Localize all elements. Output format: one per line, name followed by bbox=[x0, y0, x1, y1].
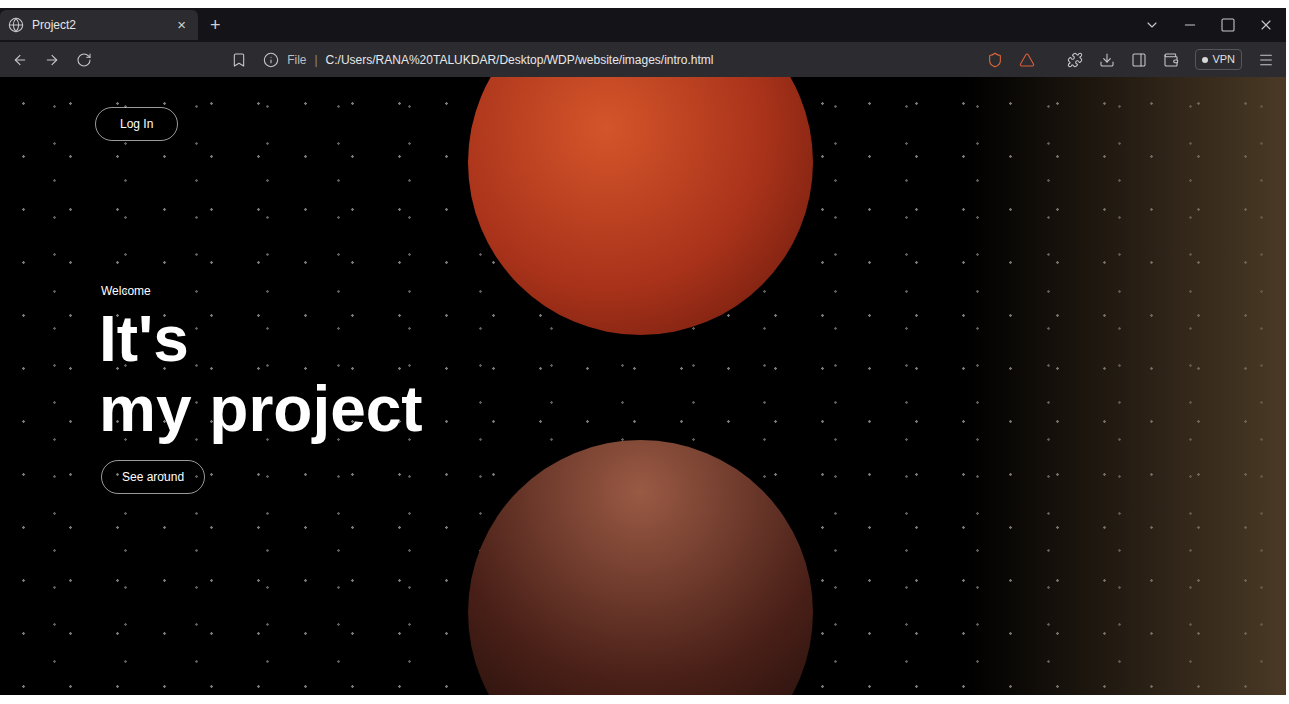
bookmark-icon[interactable] bbox=[231, 52, 247, 68]
welcome-text: Welcome bbox=[101, 282, 151, 300]
brave-shield-icon[interactable] bbox=[987, 52, 1003, 68]
bottom-strip bbox=[0, 695, 1286, 704]
nebula-haze bbox=[966, 77, 1286, 695]
tab-title: Project2 bbox=[32, 16, 165, 34]
wallet-icon[interactable] bbox=[1163, 52, 1179, 68]
address-scheme: File bbox=[287, 51, 306, 69]
maximize-icon[interactable] bbox=[1220, 17, 1236, 33]
tab-close-button[interactable]: × bbox=[173, 14, 190, 37]
vpn-button[interactable]: VPN bbox=[1195, 49, 1242, 70]
see-around-button[interactable]: See around bbox=[101, 460, 205, 494]
headline: It'smy project bbox=[99, 304, 423, 444]
sidebar-icon[interactable] bbox=[1131, 52, 1147, 68]
forward-icon[interactable] bbox=[44, 52, 60, 68]
back-icon[interactable] bbox=[12, 52, 28, 68]
vpn-dot bbox=[1202, 57, 1208, 63]
menu-icon[interactable] bbox=[1258, 52, 1274, 68]
address-field[interactable]: File | C:/Users/RANA%20TALUKDAR/Desktop/WD… bbox=[263, 51, 971, 69]
extensions-icon[interactable] bbox=[1067, 52, 1083, 68]
minimize-icon[interactable] bbox=[1182, 17, 1198, 33]
new-tab-button[interactable]: + bbox=[210, 16, 221, 34]
window-controls bbox=[1144, 17, 1286, 33]
hero: Log In Welcome It'smy project See around bbox=[0, 77, 1286, 494]
download-icon[interactable] bbox=[1099, 52, 1115, 68]
browser-tab[interactable]: Project2 × bbox=[0, 10, 198, 40]
headline-line: It's bbox=[99, 304, 423, 374]
headline-line: my project bbox=[99, 374, 423, 444]
rewards-icon[interactable] bbox=[1019, 52, 1035, 68]
address-separator: | bbox=[314, 51, 317, 69]
page-viewport: Log In Welcome It'smy project See around bbox=[0, 77, 1286, 695]
address-url: C:/Users/RANA%20TALUKDAR/Desktop/WDP/web… bbox=[326, 51, 714, 69]
site-icon bbox=[8, 17, 24, 33]
tab-bar: Project2 × + bbox=[0, 8, 1286, 42]
toolbar: File | C:/Users/RANA%20TALUKDAR/Desktop/WD… bbox=[0, 42, 1286, 77]
tab-list-icon[interactable] bbox=[1144, 17, 1160, 33]
browser-window: Project2 × + File | C:/Users/RANA%20TALUKDAR/… bbox=[0, 0, 1286, 704]
close-window-icon[interactable] bbox=[1258, 17, 1274, 33]
reload-icon[interactable] bbox=[76, 52, 92, 68]
login-button[interactable]: Log In bbox=[95, 107, 178, 141]
screen: Project2 × + File | C:/Users/RANA%20TALUKDAR/… bbox=[0, 0, 1289, 704]
info-icon[interactable] bbox=[263, 52, 279, 68]
